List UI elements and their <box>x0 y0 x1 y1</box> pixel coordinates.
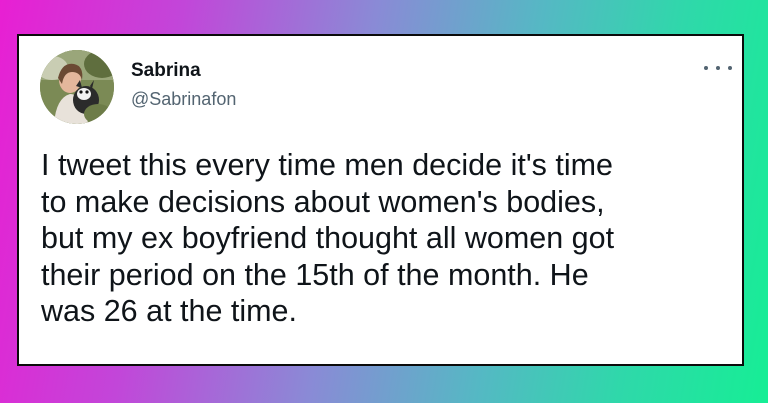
tweet-card: Sabrina @Sabrinafon I tweet this every t… <box>17 34 744 366</box>
more-options-dot-icon <box>704 66 708 70</box>
tweet-text: I tweet this every time men decide it's … <box>41 148 615 328</box>
author-handle[interactable]: @Sabrinafon <box>131 88 236 110</box>
more-options-dot-icon <box>728 66 732 70</box>
avatar[interactable] <box>40 50 114 124</box>
more-options-button[interactable] <box>704 58 732 78</box>
author-display-name[interactable]: Sabrina <box>131 60 201 82</box>
more-options-dot-icon <box>716 66 720 70</box>
avatar-photo-icon <box>40 50 114 124</box>
